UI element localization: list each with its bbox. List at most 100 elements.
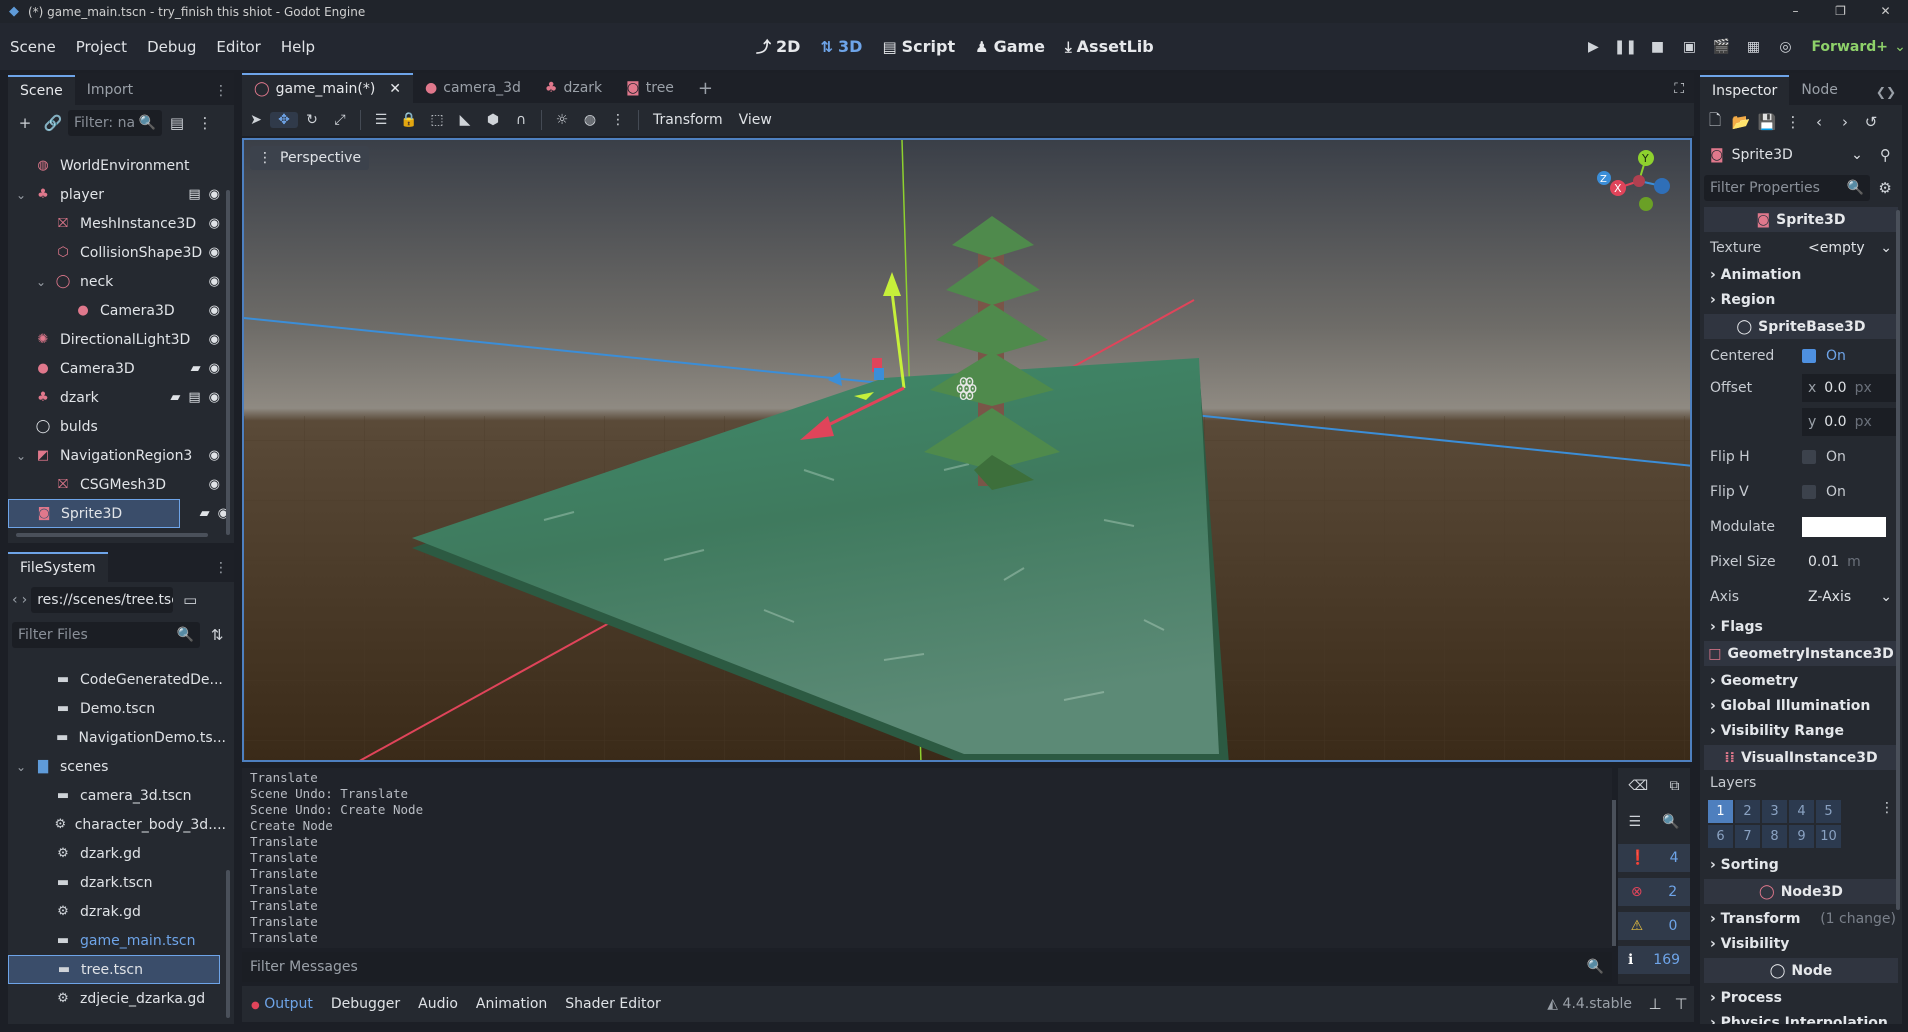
split-view-icon[interactable]: ▭ (177, 587, 203, 613)
layer-toggle[interactable]: 6 (1708, 825, 1733, 848)
tab-scene[interactable]: Scene (8, 75, 75, 105)
scene-tree-node[interactable]: ⛝ MeshInstance3D ◉ (8, 209, 226, 238)
file-list-item[interactable]: ▬ CodeGeneratedDe... (8, 665, 226, 694)
open-resource-icon[interactable]: 📂 (1728, 109, 1754, 135)
scene-tree-vscrollbar[interactable] (226, 190, 230, 535)
eye-icon[interactable]: ◉ (209, 303, 220, 318)
pixel-size-field[interactable]: 0.01 m (1802, 548, 1898, 576)
history-back-icon[interactable]: ‹ (1806, 109, 1832, 135)
node-picker[interactable]: ◙ Sprite3D ⌄ (1704, 141, 1869, 169)
clapper-icon[interactable]: ▰ (191, 361, 201, 376)
filter-messages-toggle[interactable]: ❗ 4 (1618, 844, 1690, 872)
eye-icon[interactable]: ◉ (209, 187, 220, 202)
texture-picker[interactable]: <empty ⌄ (1802, 234, 1898, 262)
layer-toggle[interactable]: 7 (1735, 825, 1760, 848)
filter-warnings-toggle[interactable]: ⚠ 0 (1618, 912, 1690, 940)
modulate-color-swatch[interactable] (1802, 516, 1886, 537)
output-scrollbar[interactable] (1612, 800, 1616, 946)
expand-arrow-icon[interactable]: ⌄ (16, 188, 26, 202)
scene-tree-node[interactable]: ◙ Sprite3D ▰ ◉ (8, 499, 229, 528)
script-icon[interactable]: ▤ (188, 390, 200, 405)
expand-arrow-icon[interactable]: ⌄ (16, 449, 26, 463)
fullscreen-icon[interactable]: ⛶ (1664, 81, 1694, 103)
tab-import[interactable]: Import (75, 75, 145, 105)
pause-icon[interactable]: ❚❚ (1609, 39, 1641, 55)
movie-maker-icon[interactable]: ◎ (1769, 39, 1801, 55)
offset-x-field[interactable]: x 0.0 px (1802, 374, 1898, 402)
perspective-menu[interactable]: ⋮ Perspective (250, 146, 370, 170)
eye-icon[interactable]: ◉ (209, 245, 220, 260)
tab-audio[interactable]: Audio (409, 996, 467, 1012)
section-visibility-range[interactable]: › Visibility Range (1700, 718, 1902, 743)
file-list-item[interactable]: ▬ game_main.tscn (8, 926, 226, 955)
filter-properties-input[interactable]: Filter Properties 🔍 (1704, 175, 1871, 201)
remote-debug-icon[interactable]: ▣ (1673, 39, 1705, 55)
filter-info-toggle[interactable]: ℹ 169 (1618, 946, 1690, 974)
centered-checkbox[interactable] (1802, 349, 1816, 363)
scene-tree-node[interactable]: ◍ WorldEnvironment (8, 151, 226, 180)
expand-arrow-icon[interactable]: ⌄ (36, 275, 46, 289)
eye-icon[interactable]: ◉ (209, 477, 220, 492)
scene-tree-node[interactable]: ⌄ ◩ NavigationRegion3 ◉ (8, 441, 226, 470)
file-list-item[interactable]: ⌄ ▇ scenes (8, 752, 226, 781)
instance-scene-icon[interactable]: 🔗 (40, 110, 66, 136)
section-sorting[interactable]: › Sorting (1700, 852, 1902, 877)
filter-messages-input[interactable]: Filter Messages 🔍 (242, 952, 1612, 982)
tab-tree[interactable]: ◙ tree (614, 73, 686, 103)
file-list-item[interactable]: ⚙ zdjecie_dzarka.gd (8, 984, 226, 1013)
tab-inspector[interactable]: Inspector (1700, 75, 1790, 105)
menu-project[interactable]: Project (66, 38, 137, 56)
workspace-script-button[interactable]: ▤ Script (874, 37, 963, 56)
scene-tree-node[interactable]: ● Camera3D ▰ ◉ (8, 354, 226, 383)
lock-icon[interactable]: 🔒 (395, 112, 423, 128)
select-tool-icon[interactable]: ➤ (242, 112, 270, 128)
expand-arrow-icon[interactable]: ⌄ (16, 760, 26, 774)
layer-toggle[interactable]: 4 (1789, 800, 1814, 823)
scene-tree-node[interactable]: ◯ bulds (8, 412, 226, 441)
flip-h-checkbox[interactable] (1802, 449, 1816, 464)
close-button[interactable]: ✕ (1863, 0, 1908, 23)
history-icon[interactable]: ↺ (1858, 109, 1884, 135)
list-select-icon[interactable]: ☰ (367, 112, 395, 128)
tab-camera-3d[interactable]: ● camera_3d (413, 73, 533, 103)
layer-toggle[interactable]: 9 (1789, 825, 1814, 848)
flip-v-checkbox[interactable] (1802, 484, 1816, 499)
workspace-3d-button[interactable]: ⇅ 3D (812, 37, 870, 56)
scene-tree-node[interactable]: ⛝ CSGMesh3D ◉ (8, 470, 226, 499)
3d-viewport[interactable]: ꙮ ⋮ Perspective Y X Z (242, 138, 1692, 762)
save-resource-icon[interactable]: 💾 (1754, 109, 1780, 135)
offset-y-field[interactable]: y 0.0 px (1802, 408, 1898, 436)
transform-menu[interactable]: Transform (645, 112, 731, 128)
rotate-tool-icon[interactable]: ↻ (298, 112, 326, 128)
view-menu[interactable]: View (731, 112, 780, 128)
scene-tree-scrollbar[interactable] (16, 533, 208, 537)
file-filter-input[interactable]: Filter Files 🔍 (12, 622, 201, 648)
tab-node[interactable]: Node (1789, 75, 1850, 105)
tab-dzark[interactable]: ♣ dzark (533, 73, 614, 103)
layer-toggle[interactable]: 10 (1816, 825, 1841, 848)
file-list-item[interactable]: ▬ dzark.tscn (8, 868, 226, 897)
search-toggle-icon[interactable]: 🔍 (1662, 814, 1679, 830)
chevron-down-icon[interactable]: ⌄ (1892, 39, 1908, 55)
eye-icon[interactable]: ◉ (209, 390, 220, 405)
scene-tree-node[interactable]: ⬡ CollisionShape3D ◉ (8, 238, 226, 267)
clapper-icon[interactable]: ▰ (170, 390, 180, 405)
close-tab-icon[interactable]: ✕ (389, 81, 401, 97)
copy-output-icon[interactable]: ⧉ (1669, 778, 1679, 794)
move-tool-icon[interactable]: ✥ (270, 111, 298, 128)
expand-panel-icon[interactable]: ⊤ (1668, 991, 1694, 1017)
layer-toggle[interactable]: 8 (1762, 825, 1787, 848)
menu-editor[interactable]: Editor (206, 38, 270, 56)
local-space-icon[interactable]: ⬢ (479, 112, 507, 128)
orientation-gizmo[interactable]: Y X Z (1594, 146, 1684, 226)
scene-filter-input[interactable]: Filter: na 🔍 (68, 110, 162, 136)
file-list-item[interactable]: ▬ Demo.tscn (8, 694, 226, 723)
pin-panel-icon[interactable]: ⊥ (1642, 991, 1668, 1017)
section-process[interactable]: › Process (1700, 985, 1902, 1010)
file-list-item[interactable]: ▬ camera_3d.tscn (8, 781, 226, 810)
eye-icon[interactable]: ◉ (209, 448, 220, 463)
section-visibility[interactable]: › Visibility (1700, 931, 1902, 956)
workspace-assetlib-button[interactable]: ⤓ AssetLib (1057, 37, 1162, 56)
scene-tree-node[interactable]: ● Camera3D ◉ (8, 296, 226, 325)
collapse-icon[interactable]: ☰ (1629, 814, 1642, 830)
